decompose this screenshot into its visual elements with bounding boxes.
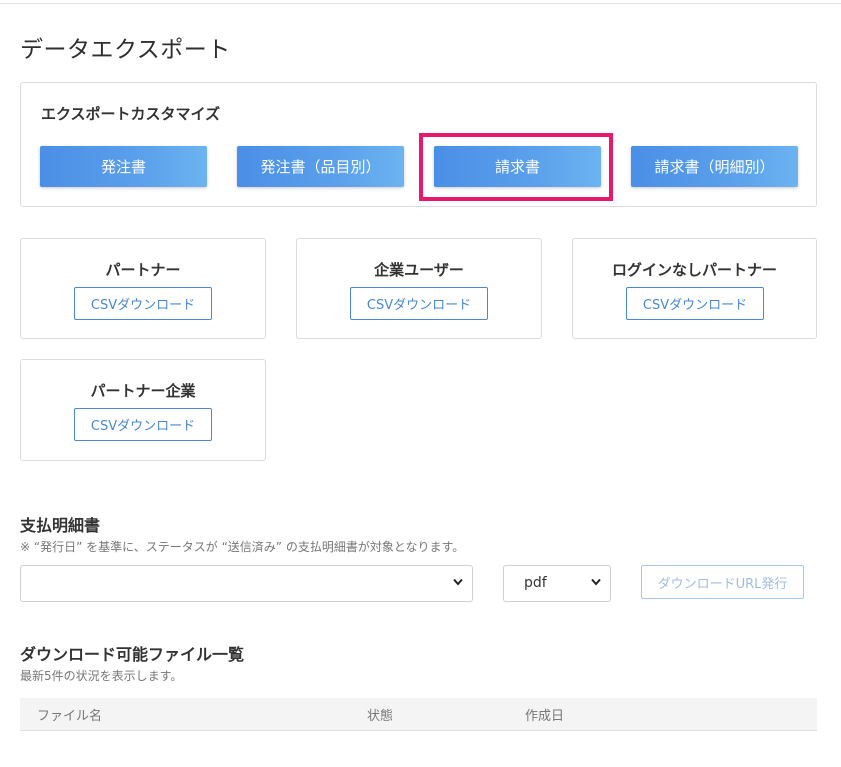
partner-company-card: パートナー企業 CSVダウンロード bbox=[20, 359, 266, 461]
company-user-csv-download-button[interactable]: CSVダウンロード bbox=[350, 287, 488, 320]
column-header-created-date: 作成日 bbox=[525, 709, 565, 724]
no-login-partner-card-title: ログインなしパートナー bbox=[611, 261, 777, 279]
period-select[interactable] bbox=[20, 565, 473, 602]
downloadable-files-title: ダウンロード可能ファイル一覧 bbox=[20, 645, 245, 664]
export-customize-panel: エクスポートカスタマイズ 発注書 発注書（品目別） 請求書 請求書（明細別） bbox=[20, 82, 817, 207]
downloadable-files-note: 最新5件の状況を表示します。 bbox=[20, 669, 183, 683]
company-user-card-title: 企業ユーザー bbox=[374, 261, 464, 279]
payment-statement-note: ※ “発行日” を基準に、ステータスが “送信済み” の支払明細書が対象となりま… bbox=[20, 540, 465, 554]
column-header-filename: ファイル名 bbox=[37, 709, 103, 724]
invoice-button-highlight bbox=[419, 133, 613, 201]
payment-statement-title: 支払明細書 bbox=[20, 516, 101, 535]
page-title: データエクスポート bbox=[20, 37, 231, 63]
issue-download-url-button[interactable]: ダウンロードURL発行 bbox=[641, 565, 804, 599]
downloads-table-header: ファイル名 状態 作成日 bbox=[20, 698, 817, 731]
column-header-status: 状態 bbox=[367, 709, 394, 724]
partner-card: パートナー CSVダウンロード bbox=[20, 238, 266, 339]
chevron-down-icon bbox=[591, 578, 601, 586]
purchase-order-by-item-button[interactable]: 発注書（品目別） bbox=[237, 146, 404, 187]
partner-company-card-title: パートナー企業 bbox=[90, 382, 196, 400]
format-select[interactable]: pdf bbox=[503, 565, 611, 602]
partner-csv-download-button[interactable]: CSVダウンロード bbox=[74, 287, 212, 320]
company-user-card: 企業ユーザー CSVダウンロード bbox=[296, 238, 542, 339]
invoice-by-detail-button[interactable]: 請求書（明細別） bbox=[631, 146, 798, 187]
no-login-partner-card: ログインなしパートナー CSVダウンロード bbox=[572, 238, 817, 339]
format-select-value: pdf bbox=[524, 575, 547, 591]
partner-company-csv-download-button[interactable]: CSVダウンロード bbox=[74, 408, 212, 441]
no-login-partner-csv-download-button[interactable]: CSVダウンロード bbox=[626, 287, 764, 320]
top-divider bbox=[0, 3, 841, 4]
chevron-down-icon bbox=[453, 578, 463, 586]
partner-card-title: パートナー bbox=[105, 261, 181, 279]
export-customize-title: エクスポートカスタマイズ bbox=[41, 105, 221, 123]
purchase-order-button[interactable]: 発注書 bbox=[40, 146, 207, 187]
